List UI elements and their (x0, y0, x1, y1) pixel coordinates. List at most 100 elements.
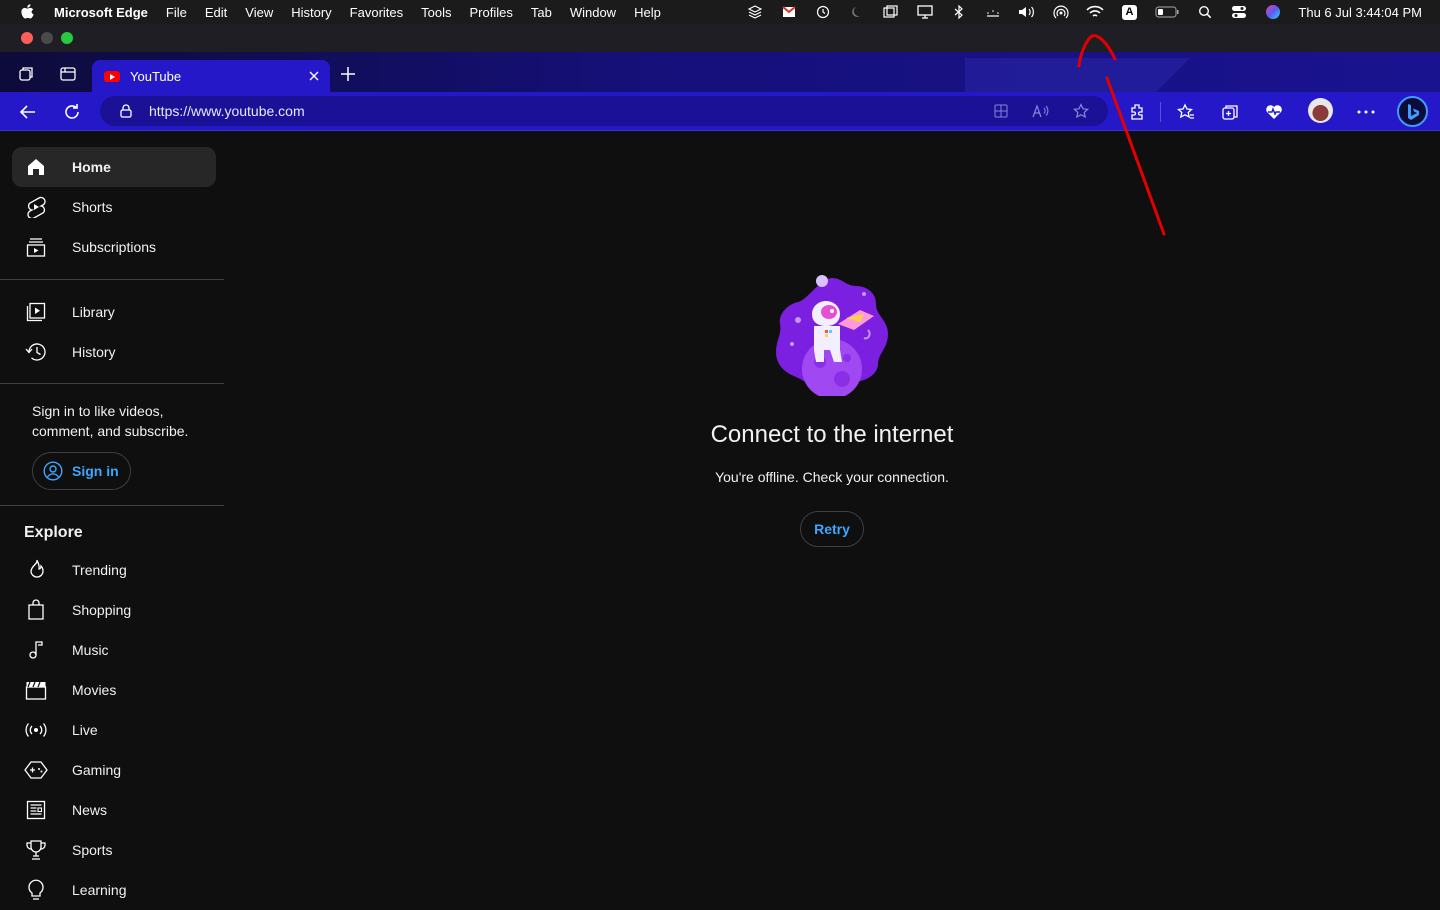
input-source-icon[interactable]: A (1120, 3, 1138, 21)
window-titlebar (0, 24, 1440, 52)
sidebar-item-music[interactable]: Music (12, 630, 216, 670)
sidebar-item-sports[interactable]: Sports (12, 830, 216, 870)
settings-more-icon[interactable] (1353, 99, 1379, 125)
back-arrow-icon[interactable] (15, 99, 41, 125)
gmail-icon[interactable] (780, 3, 798, 21)
tabstrip-decoration (965, 58, 1190, 92)
menu-window[interactable]: Window (561, 5, 625, 20)
brightness-icon[interactable] (984, 3, 1002, 21)
explore-heading: Explore (24, 524, 83, 541)
sidebar-item-home[interactable]: Home (12, 147, 216, 187)
sidebar-item-live[interactable]: Live (12, 710, 216, 750)
close-window-button[interactable] (21, 32, 33, 44)
retry-button[interactable]: Retry (800, 511, 864, 547)
sidebar-item-label: News (72, 802, 108, 818)
sidebar-item-shopping[interactable]: Shopping (12, 590, 216, 630)
apple-menu-icon[interactable] (18, 3, 36, 21)
control-center-icon[interactable] (1230, 3, 1248, 21)
menu-help[interactable]: Help (625, 5, 670, 20)
sidebar-item-movies[interactable]: Movies (12, 670, 216, 710)
sidebar-divider (0, 383, 224, 384)
wifi-icon[interactable] (1086, 3, 1105, 21)
workspaces-icon[interactable] (12, 60, 40, 88)
new-tab-button[interactable] (334, 60, 362, 88)
menu-profiles[interactable]: Profiles (461, 5, 522, 20)
sidebar-item-label: Shopping (72, 602, 132, 618)
extensions-icon[interactable] (1124, 99, 1150, 125)
menu-edit[interactable]: Edit (196, 5, 236, 20)
sidebar-item-trending[interactable]: Trending (12, 550, 216, 590)
sidebar-item-label: Subscriptions (72, 239, 157, 255)
bluetooth-icon[interactable] (950, 3, 968, 21)
music-icon (24, 638, 48, 662)
bing-copilot-icon[interactable] (1397, 96, 1428, 127)
guide-sidebar: Home Shorts Subscriptions Library Histor… (0, 131, 224, 900)
sidebar-item-label: Trending (72, 562, 127, 578)
sidebar-item-label: Shorts (72, 199, 113, 215)
sidebar-item-label: Movies (72, 682, 117, 698)
menu-app-name[interactable]: Microsoft Edge (50, 5, 157, 20)
moon-icon[interactable] (848, 3, 866, 21)
sidebar-item-label: Live (72, 722, 98, 738)
sidebar-item-shorts[interactable]: Shorts (12, 187, 216, 227)
signin-prompt: Sign in to like videos, comment, and sub… (32, 403, 189, 439)
sidebar-divider (0, 505, 224, 506)
toolbar-separator (1160, 102, 1161, 122)
zoom-window-button[interactable] (61, 32, 73, 44)
profile-avatar[interactable] (1308, 98, 1333, 123)
sidebar-item-learning[interactable]: Learning (12, 870, 216, 910)
layers-icon[interactable] (746, 3, 764, 21)
shopping-icon (24, 598, 48, 622)
refresh-icon[interactable] (59, 99, 85, 125)
menu-tools[interactable]: Tools (412, 5, 460, 20)
tab-title: YouTube (130, 68, 182, 84)
tab-actions-icon[interactable] (54, 60, 82, 88)
library-icon (24, 300, 48, 324)
sidebar-item-library[interactable]: Library (12, 292, 216, 332)
url-text[interactable]: https://www.youtube.com (149, 103, 988, 119)
macos-menu-bar: Microsoft Edge File Edit View History Fa… (0, 0, 1440, 24)
sidebar-item-label: Sports (72, 842, 113, 858)
tab-youtube[interactable]: YouTube (92, 60, 330, 92)
menu-favorites[interactable]: Favorites (341, 5, 412, 20)
subscriptions-icon (24, 235, 48, 259)
sidebar-item-history[interactable]: History (12, 332, 216, 372)
address-bar[interactable]: https://www.youtube.com (100, 96, 1108, 126)
spotlight-icon[interactable] (1196, 3, 1214, 21)
sign-in-button[interactable]: Sign in (32, 452, 131, 490)
menu-history[interactable]: History (282, 5, 340, 20)
input-source-label: A (1121, 4, 1137, 20)
sidebar-item-news[interactable]: News (12, 790, 216, 830)
sidebar-item-label: Music (72, 642, 109, 658)
minimize-window-button[interactable] (41, 32, 53, 44)
siri-icon[interactable] (1264, 3, 1282, 21)
youtube-page: Home Shorts Subscriptions Library Histor… (0, 131, 1440, 900)
learning-icon (24, 878, 48, 902)
menu-tab[interactable]: Tab (522, 5, 561, 20)
battery-icon[interactable] (1154, 3, 1180, 21)
sidebar-item-label: Learning (72, 882, 127, 898)
lock-icon[interactable] (118, 103, 134, 119)
trending-icon (24, 558, 48, 582)
movies-icon (24, 678, 48, 702)
menu-view[interactable]: View (236, 5, 282, 20)
offline-message-panel: Connect to the internet You're offline. … (224, 131, 1440, 900)
sidebar-item-label: History (72, 344, 116, 360)
sidebar-item-gaming[interactable]: Gaming (12, 750, 216, 790)
favorites-icon[interactable] (1173, 99, 1199, 125)
close-tab-icon[interactable] (304, 66, 324, 86)
menu-file[interactable]: File (157, 5, 196, 20)
read-aloud-icon[interactable] (1028, 98, 1054, 124)
menu-clock[interactable]: Thu 6 Jul 3:44:04 PM (1298, 5, 1422, 20)
display-icon[interactable] (916, 3, 934, 21)
airdrop-icon[interactable] (1052, 3, 1070, 21)
youtube-favicon-icon (104, 70, 120, 82)
app-available-icon[interactable] (988, 98, 1014, 124)
favorite-star-icon[interactable] (1068, 98, 1094, 124)
time-machine-icon[interactable] (814, 3, 832, 21)
sidebar-item-subscriptions[interactable]: Subscriptions (12, 227, 216, 267)
collections-icon[interactable] (1217, 99, 1243, 125)
volume-icon[interactable] (1018, 3, 1036, 21)
health-icon[interactable] (1261, 99, 1287, 125)
windows-icon[interactable] (882, 3, 900, 21)
